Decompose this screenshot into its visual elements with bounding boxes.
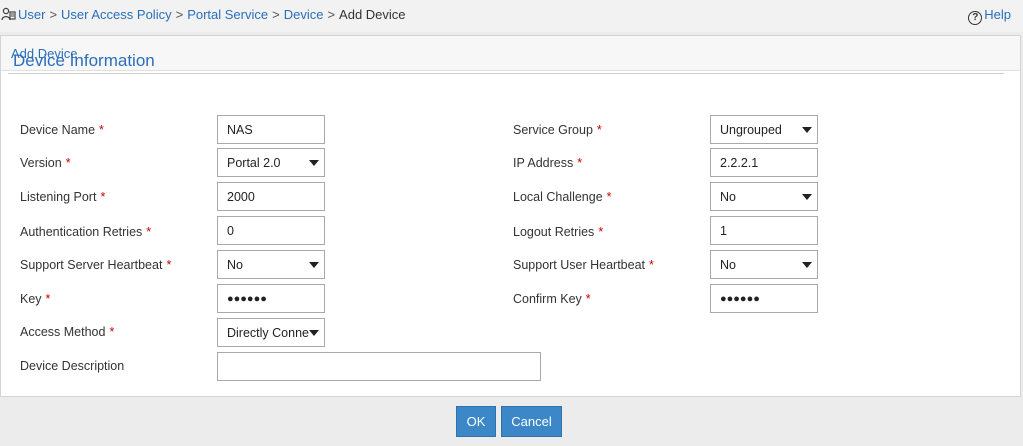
add-device-panel: Add Device [0,35,1021,397]
access-method-label: Access Method * [20,325,115,339]
server-heartbeat-value: No [227,258,243,272]
listening-port-label: Listening Port * [20,190,106,204]
users-icon [1,7,16,21]
service-group-value: Ungrouped [720,123,782,137]
confirm-key-password-field[interactable]: ●●●●●● [710,284,818,313]
chevron-down-icon [309,330,319,336]
ip-address-label: IP Address * [513,156,583,170]
listening-port-input[interactable] [217,182,325,211]
server-heartbeat-select[interactable]: No [217,250,325,279]
local-challenge-label: Local Challenge * [513,190,612,204]
key-label: Key * [20,292,51,306]
breadcrumb-separator: > [175,7,184,22]
help-label: Help [984,7,1011,22]
required-mark: * [598,225,604,239]
auth-retries-input[interactable] [217,216,325,245]
breadcrumb-current: Add Device [339,7,406,22]
local-challenge-select[interactable]: No [710,182,818,211]
required-mark: * [166,258,172,272]
required-mark: * [45,292,51,306]
breadcrumb-separator: > [272,7,280,22]
section-divider [8,73,1004,74]
version-select[interactable]: Portal 2.0 [217,148,325,177]
chevron-down-icon [802,127,812,133]
service-group-label: Service Group * [513,123,602,137]
section-title: Device Information [13,51,155,70]
chevron-down-icon [802,194,812,200]
user-heartbeat-label: Support User Heartbeat * [513,258,654,272]
version-value: Portal 2.0 [227,156,281,170]
breadcrumb-portal-service[interactable]: Portal Service [187,7,268,22]
device-description-label: Device Description [20,359,125,373]
key-password-field[interactable]: ●●●●●● [217,284,325,313]
confirm-key-label: Confirm Key * [513,292,591,306]
chevron-down-icon [309,160,319,166]
device-description-input[interactable] [217,352,541,381]
access-method-value: Directly Connected [227,326,309,340]
server-heartbeat-label: Support Server Heartbeat * [20,258,172,272]
top-bar: User > User Access Policy > Portal Service > D… [0,0,1023,32]
logout-retries-input[interactable] [710,216,818,245]
required-mark: * [577,156,583,170]
required-mark: * [606,190,612,204]
cancel-button[interactable]: Cancel [501,406,562,437]
breadcrumb: User > User Access Policy > Portal Service > D… [18,7,406,22]
key-masked-value: ●●●●●● [227,293,267,305]
question-circle-icon: ? [968,11,983,25]
service-group-select[interactable]: Ungrouped [710,115,818,144]
required-mark: * [100,190,106,204]
chevron-down-icon [802,262,812,268]
help-link[interactable]: ? Help [968,7,1011,25]
access-method-select[interactable]: Directly Connected [217,318,325,347]
ip-address-input[interactable] [710,148,818,177]
required-mark: * [65,156,71,170]
required-mark: * [109,325,115,339]
breadcrumb-separator: > [49,7,58,22]
required-mark: * [596,123,602,137]
logout-retries-label: Logout Retries * [513,225,604,239]
breadcrumb-user[interactable]: User [18,7,45,22]
version-label: Version * [20,156,71,170]
device-name-label: Device Name * [20,123,104,137]
required-mark: * [585,292,591,306]
confirm-key-masked-value: ●●●●●● [720,293,760,305]
chevron-down-icon [309,262,319,268]
user-heartbeat-value: No [720,258,736,272]
breadcrumb-device[interactable]: Device [284,7,324,22]
local-challenge-value: No [720,190,736,204]
user-heartbeat-select[interactable]: No [710,250,818,279]
ok-button[interactable]: OK [456,406,496,437]
required-mark: * [146,225,152,239]
breadcrumb-user-access-policy[interactable]: User Access Policy [61,7,172,22]
device-name-input[interactable] [217,115,325,144]
auth-retries-label: Authentication Retries * [20,225,152,239]
required-mark: * [649,258,654,272]
required-mark: * [99,123,104,137]
breadcrumb-separator: > [327,7,336,22]
